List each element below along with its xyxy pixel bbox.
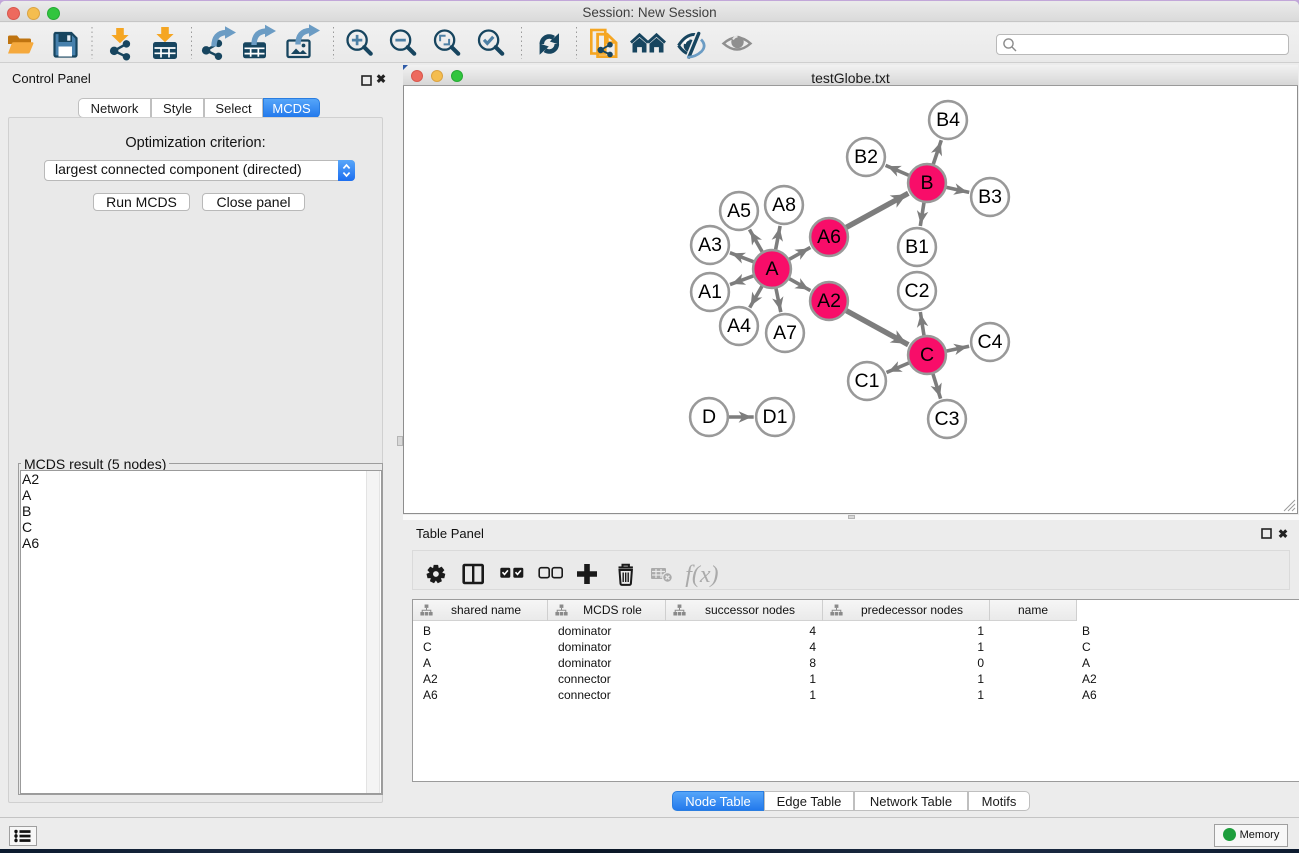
svg-text:A5: A5 [727, 200, 751, 222]
svg-text:A6: A6 [817, 226, 841, 248]
svg-text:f(x): f(x) [685, 562, 718, 588]
svg-text:A4: A4 [727, 315, 751, 337]
svg-text:D: D [702, 406, 716, 428]
svg-text:C1: C1 [855, 370, 880, 392]
svg-text:C4: C4 [978, 331, 1003, 353]
svg-text:C2: C2 [905, 280, 930, 302]
svg-text:C3: C3 [935, 408, 960, 430]
svg-text:A1: A1 [698, 281, 722, 303]
svg-text:A2: A2 [817, 290, 841, 312]
svg-text:B1: B1 [905, 236, 929, 258]
svg-text:C: C [920, 344, 934, 366]
svg-text:A8: A8 [772, 194, 796, 216]
svg-text:B2: B2 [854, 146, 878, 168]
svg-text:A7: A7 [773, 322, 797, 344]
svg-text:B: B [920, 172, 933, 194]
svg-text:B3: B3 [978, 186, 1002, 208]
svg-text:A: A [765, 258, 778, 280]
svg-text:B4: B4 [936, 109, 960, 131]
svg-text:A3: A3 [698, 234, 722, 256]
svg-text:D1: D1 [763, 406, 788, 428]
